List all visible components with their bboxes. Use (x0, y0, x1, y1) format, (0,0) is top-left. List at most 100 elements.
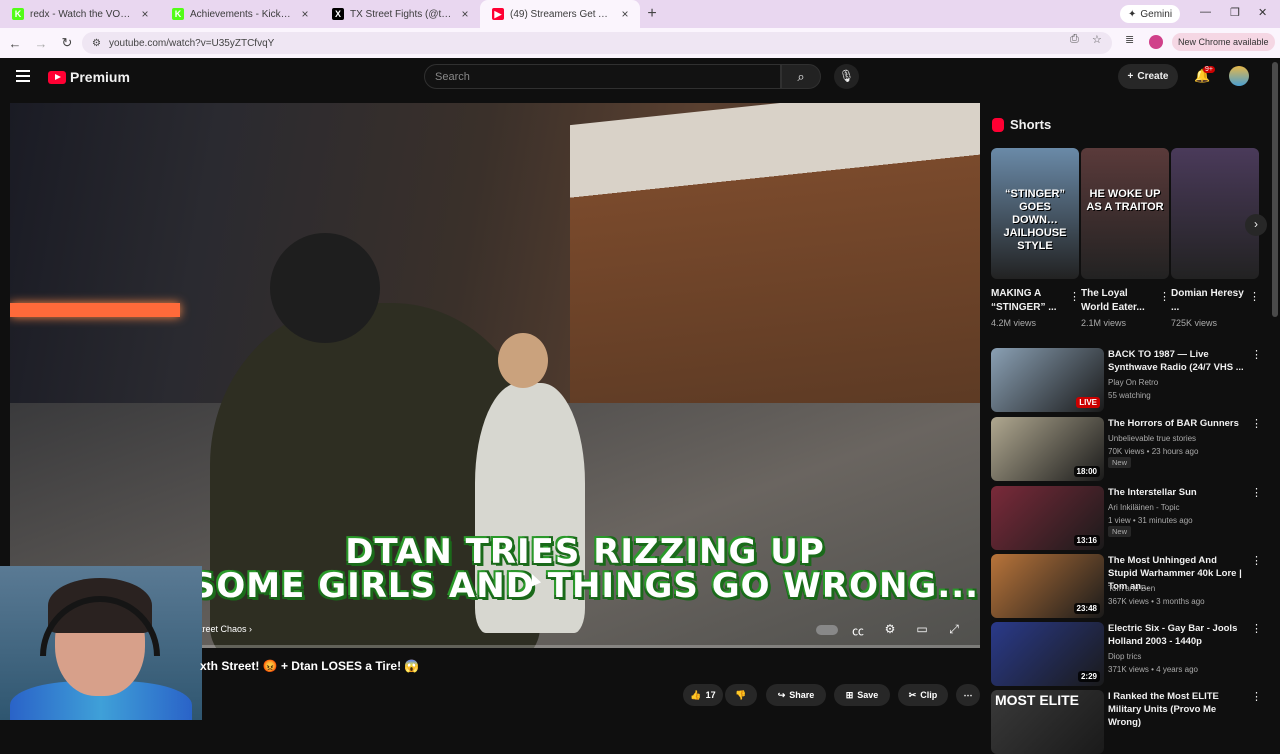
recommendation-menu-icon[interactable]: ⋮ (1251, 348, 1262, 361)
autoplay-toggle[interactable] (816, 625, 838, 635)
new-badge: New (1108, 457, 1132, 468)
site-info-icon[interactable]: ⚙ (92, 38, 101, 49)
shorts-next-arrow-icon[interactable]: › (1245, 214, 1267, 236)
search-icon[interactable]: ⌕ (781, 64, 821, 89)
recommendation-menu-icon[interactable]: ⋮ (1251, 486, 1262, 499)
recommendation-item[interactable]: MOST ELITE I Ranked the Most ELITE Milit… (991, 690, 1271, 754)
recommendation-menu-icon[interactable]: ⋮ (1251, 690, 1262, 703)
chapter-label[interactable]: treet Chaos › (200, 624, 252, 634)
short-card[interactable]: Domian Heresy ... 725K views ⋮ (1171, 148, 1260, 328)
save-button[interactable]: ⊞ Save (834, 684, 890, 706)
more-actions-button[interactable]: ⋯ (956, 684, 980, 706)
short-card[interactable]: HE WOKE UP AS A TRAITOR The Loyal World … (1081, 148, 1170, 328)
minimize-icon[interactable]: — (1200, 6, 1211, 18)
recommendation-channel[interactable]: Diop trics (1108, 652, 1141, 661)
short-title[interactable]: MAKING A “STINGER” ... (991, 287, 1067, 315)
recommendation-title[interactable]: Electric Six - Gay Bar - Jools Holland 2… (1108, 622, 1248, 648)
address-bar[interactable]: ⚙ youtube.com/watch?v=U35yZTCfvqY (82, 32, 1112, 54)
short-menu-icon[interactable]: ⋮ (1069, 290, 1080, 303)
recommendation-title[interactable]: BACK TO 1987 — Live Synthwave Radio (24/… (1108, 348, 1248, 374)
recommendation-thumbnail[interactable]: 18:00 (991, 417, 1104, 481)
recommendation-menu-icon[interactable]: ⋮ (1251, 554, 1262, 567)
tab-favicon-icon: K (12, 8, 24, 20)
recommendation-title[interactable]: I Ranked the Most ELITE Military Units (… (1108, 690, 1248, 729)
recommendation-item[interactable]: LIVE BACK TO 1987 — Live Synthwave Radio… (991, 348, 1271, 412)
share-button[interactable]: ↪ Share (766, 684, 826, 706)
short-menu-icon[interactable]: ⋮ (1249, 290, 1260, 303)
recommendation-meta: 55 watching (1108, 391, 1151, 400)
recommendation-channel[interactable]: Unbelievable true stories (1108, 434, 1196, 443)
create-button[interactable]: + Create (1118, 64, 1178, 89)
share-label: Share (789, 690, 815, 700)
settings-gear-icon[interactable]: ⚙ (880, 622, 900, 636)
recommendation-item[interactable]: 2:29 Electric Six - Gay Bar - Jools Holl… (991, 622, 1271, 686)
youtube-logo[interactable]: Premium (48, 69, 130, 85)
maximize-icon[interactable]: ❐ (1230, 6, 1240, 19)
recommendation-channel[interactable]: Play On Retro (1108, 378, 1158, 387)
short-menu-icon[interactable]: ⋮ (1159, 290, 1170, 303)
shorts-title: Shorts (1010, 117, 1052, 132)
recommendation-channel[interactable]: Ari Inkiläinen - Topic (1108, 503, 1179, 512)
chapter-text: treet Chaos (200, 624, 247, 634)
recommendation-title[interactable]: The Interstellar Sun (1108, 486, 1248, 499)
close-window-icon[interactable]: ✕ (1258, 6, 1267, 19)
theater-mode-icon[interactable]: ▭ (912, 622, 932, 636)
short-thumbnail[interactable]: HE WOKE UP AS A TRAITOR (1081, 148, 1169, 279)
recommendation-thumbnail[interactable]: 2:29 (991, 622, 1104, 686)
short-card[interactable]: “STINGER” GOES DOWN… JAILHOUSE STYLE MAK… (991, 148, 1080, 328)
like-button[interactable]: 👍 17 (683, 684, 723, 706)
short-thumbnail[interactable]: “STINGER” GOES DOWN… JAILHOUSE STYLE (991, 148, 1079, 279)
short-views: 4.2M views (991, 318, 1037, 328)
gemini-icon: ✦ (1128, 8, 1137, 20)
voice-search-icon[interactable]: 🎙 (834, 64, 859, 89)
browser-tab[interactable]: K Achievements - Kick Dashboard × (160, 0, 320, 28)
fullscreen-icon[interactable]: ⤢ (944, 622, 964, 637)
new-tab-button[interactable]: + (640, 5, 664, 23)
recommendation-menu-icon[interactable]: ⋮ (1251, 417, 1262, 430)
recommendation-thumbnail[interactable]: LIVE (991, 348, 1104, 412)
short-title[interactable]: Domian Heresy ... (1171, 287, 1247, 315)
premium-label: Premium (70, 69, 130, 85)
new-chrome-available-button[interactable]: New Chrome available (1172, 33, 1275, 51)
scrollbar[interactable] (1272, 62, 1278, 317)
recommendation-thumbnail[interactable]: 13:16 (991, 486, 1104, 550)
back-icon[interactable]: ← (4, 36, 26, 51)
dislike-button[interactable]: 👎 (725, 684, 757, 706)
browser-tab[interactable]: ▶ (49) Streamers Get ATTACKED o × (480, 0, 640, 28)
recommendation-thumbnail[interactable]: MOST ELITE (991, 690, 1104, 754)
tab-favicon-icon: ▶ (492, 8, 504, 20)
menu-icon[interactable] (16, 70, 30, 82)
recommendation-title[interactable]: The Horrors of BAR Gunners (1108, 417, 1248, 430)
tab-title: (49) Streamers Get ATTACKED o (510, 8, 612, 20)
tab-close-icon[interactable]: × (618, 7, 632, 21)
save-icon: ⊞ (845, 689, 854, 700)
search-input[interactable]: Search (424, 64, 781, 89)
youtube-header: Premium Search ⌕ 🎙 + Create 🔔 9+ (0, 58, 1280, 98)
forward-icon[interactable]: → (30, 36, 52, 51)
tab-close-icon[interactable]: × (298, 7, 312, 21)
recommendation-item[interactable]: 13:16 The Interstellar Sun Ari Inkiläine… (991, 486, 1271, 550)
recommendation-menu-icon[interactable]: ⋮ (1251, 622, 1262, 635)
scissors-icon: ✂ (908, 689, 917, 700)
video-person-head-2 (498, 333, 548, 388)
recommendation-thumbnail[interactable]: 23:48 (991, 554, 1104, 618)
install-icon[interactable]: ⎙ (1070, 33, 1079, 46)
reload-icon[interactable]: ↻ (56, 35, 78, 51)
chrome-profile-avatar[interactable] (1149, 35, 1163, 49)
short-title[interactable]: The Loyal World Eater... (1081, 287, 1157, 315)
account-avatar[interactable] (1229, 66, 1249, 86)
recommendation-item[interactable]: 18:00 The Horrors of BAR Gunners Unbelie… (991, 417, 1271, 481)
gemini-button[interactable]: ✦ Gemini (1120, 5, 1181, 23)
tab-close-icon[interactable]: × (138, 7, 152, 21)
short-thumbnail[interactable] (1171, 148, 1259, 279)
url-text: youtube.com/watch?v=U35yZTCfvqY (108, 37, 275, 49)
browser-tab[interactable]: X TX Street Fights (@txstreetfight × (320, 0, 480, 28)
clip-button[interactable]: ✂ Clip (898, 684, 948, 706)
tab-close-icon[interactable]: × (458, 7, 472, 21)
recommendation-channel[interactable]: Tom and Ben (1108, 584, 1155, 593)
browser-tab[interactable]: K redx - Watch the VOD on Kick × (0, 0, 160, 28)
reading-list-icon[interactable]: ≣ (1125, 33, 1134, 46)
recommendation-item[interactable]: 23:48 The Most Unhinged And Stupid Warha… (991, 554, 1271, 618)
subtitles-icon[interactable]: ㏄ (848, 622, 868, 639)
bookmark-star-icon[interactable]: ☆ (1092, 33, 1102, 46)
